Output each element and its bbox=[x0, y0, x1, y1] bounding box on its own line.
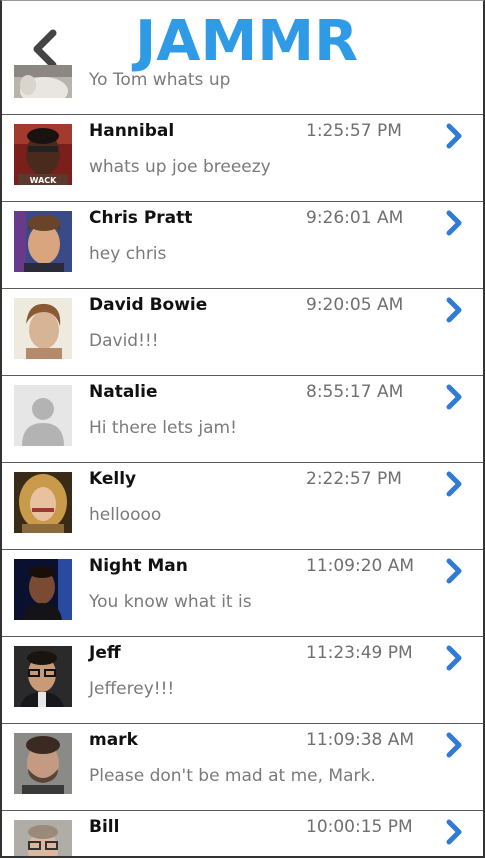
avatar-placeholder bbox=[14, 385, 72, 446]
chevron-right-icon[interactable] bbox=[443, 819, 465, 845]
contact-name: mark bbox=[89, 730, 138, 750]
contact-name: David Bowie bbox=[89, 295, 208, 315]
app-frame: JAMMR Yo Tom whats up WACK Hannibal 1:25… bbox=[0, 0, 485, 858]
message-preview: Please don't be mad at me, Mark. bbox=[89, 766, 376, 786]
message-time: 1:25:57 PM bbox=[306, 121, 402, 141]
message-preview: Yo Tom whats up bbox=[89, 70, 231, 90]
message-preview: helloooo bbox=[89, 505, 162, 525]
avatar bbox=[14, 559, 72, 620]
message-time: 9:26:01 AM bbox=[306, 208, 404, 228]
message-time: 2:22:57 PM bbox=[306, 469, 402, 489]
message-preview: You know what it is bbox=[89, 592, 252, 612]
conversation-row[interactable]: mark 11:09:38 AM Please don't be mad at … bbox=[2, 723, 483, 810]
chevron-right-icon[interactable] bbox=[443, 210, 465, 236]
contact-name: Kelly bbox=[89, 469, 137, 489]
message-preview: whats up joe breeezy bbox=[89, 157, 271, 177]
conversation-row[interactable]: Night Man 11:09:20 AM You know what it i… bbox=[2, 549, 483, 636]
message-preview: David!!! bbox=[89, 331, 159, 351]
chevron-right-icon[interactable] bbox=[443, 645, 465, 671]
chevron-right-icon[interactable] bbox=[443, 558, 465, 584]
message-time: 11:09:38 AM bbox=[306, 730, 415, 750]
conversation-row[interactable]: WACK Hannibal 1:25:57 PM whats up joe br… bbox=[2, 114, 483, 201]
contact-name: Night Man bbox=[89, 556, 188, 576]
avatar: WACK bbox=[14, 124, 72, 185]
conversation-row[interactable]: Kelly 2:22:57 PM helloooo bbox=[2, 462, 483, 549]
message-time: 11:09:20 AM bbox=[306, 556, 415, 576]
contact-name: Natalie bbox=[89, 382, 158, 402]
back-button[interactable] bbox=[29, 29, 61, 69]
chevron-right-icon[interactable] bbox=[443, 384, 465, 410]
conversation-row[interactable]: Chris Pratt 9:26:01 AM hey chris bbox=[2, 201, 483, 288]
contact-name: Hannibal bbox=[89, 121, 175, 141]
avatar bbox=[14, 472, 72, 533]
avatar bbox=[14, 820, 72, 856]
conversation-row[interactable]: David Bowie 9:20:05 AM David!!! bbox=[2, 288, 483, 375]
message-preview: Jefferey!!! bbox=[89, 679, 175, 699]
message-time: 9:20:05 AM bbox=[306, 295, 404, 315]
avatar bbox=[14, 646, 72, 707]
message-time: 8:55:17 AM bbox=[306, 382, 404, 402]
header-bar: JAMMR Yo Tom whats up bbox=[2, 1, 483, 114]
message-preview: Hi there lets jam! bbox=[89, 418, 237, 438]
user-silhouette-icon bbox=[14, 385, 72, 446]
chevron-right-icon[interactable] bbox=[443, 732, 465, 758]
conversation-row[interactable]: Jeff 11:23:49 PM Jefferey!!! bbox=[2, 636, 483, 723]
contact-name: Jeff bbox=[89, 643, 121, 663]
conversation-row[interactable]: Bill 10:00:15 PM bbox=[2, 810, 483, 856]
app-logo: JAMMR bbox=[135, 9, 359, 74]
chevron-right-icon[interactable] bbox=[443, 123, 465, 149]
avatar bbox=[14, 65, 72, 98]
conversation-list: WACK Hannibal 1:25:57 PM whats up joe br… bbox=[2, 114, 483, 856]
message-preview: hey chris bbox=[89, 244, 167, 264]
avatar-caption: WACK bbox=[30, 176, 58, 185]
conversation-row[interactable]: Natalie 8:55:17 AM Hi there lets jam! bbox=[2, 375, 483, 462]
conversation-row-partial[interactable]: Yo Tom whats up bbox=[2, 65, 483, 114]
contact-name: Chris Pratt bbox=[89, 208, 193, 228]
avatar bbox=[14, 733, 72, 794]
message-time: 10:00:15 PM bbox=[306, 817, 413, 837]
chevron-right-icon[interactable] bbox=[443, 471, 465, 497]
message-time: 11:23:49 PM bbox=[306, 643, 413, 663]
contact-name: Bill bbox=[89, 817, 120, 837]
avatar bbox=[14, 211, 72, 272]
avatar bbox=[14, 298, 72, 359]
chevron-left-icon bbox=[33, 29, 57, 69]
chevron-right-icon[interactable] bbox=[443, 297, 465, 323]
